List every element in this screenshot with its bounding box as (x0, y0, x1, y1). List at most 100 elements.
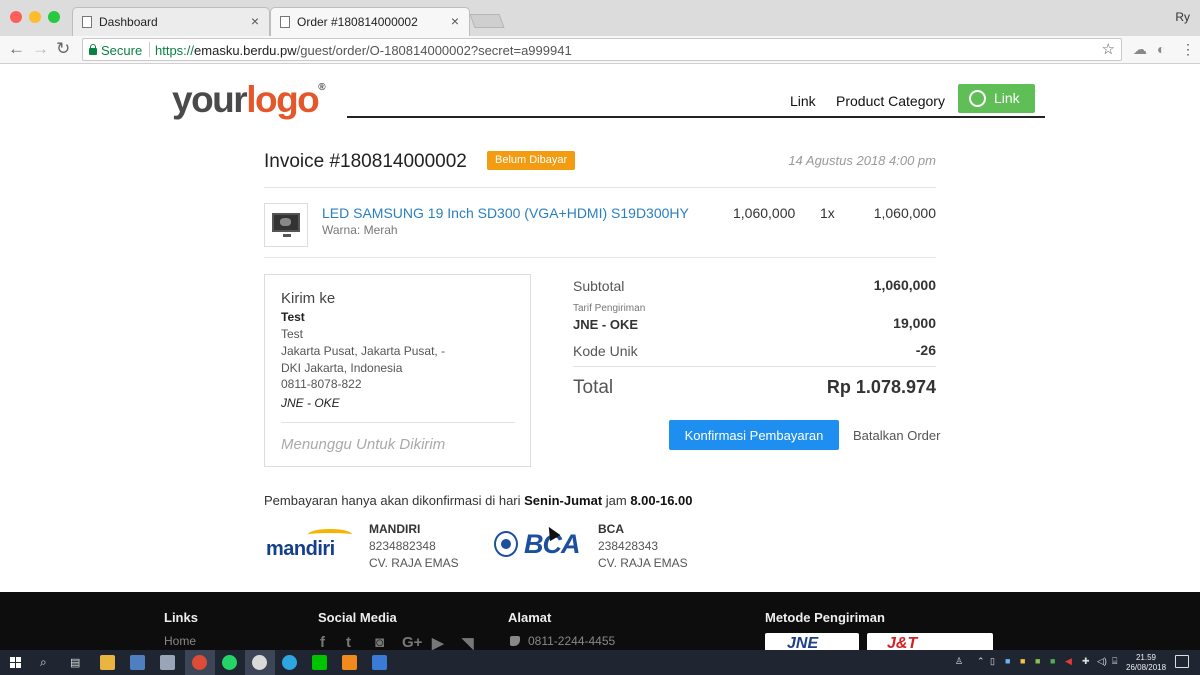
youtube-icon[interactable]: ▶ (432, 634, 444, 650)
telegram-icon[interactable] (282, 655, 297, 670)
product-name-link[interactable]: LED SAMSUNG 19 Inch SD300 (VGA+HDMI) S19… (322, 205, 689, 221)
menu-icon[interactable]: ⋮ (1181, 41, 1195, 58)
close-tab-icon[interactable]: × (451, 13, 459, 29)
file-explorer-icon[interactable] (100, 655, 115, 670)
instagram-icon[interactable]: ◙ (375, 634, 384, 650)
notification-icon[interactable] (1175, 655, 1189, 668)
google-plus-icon[interactable]: G+ (402, 634, 422, 650)
address-line: DKI Jakarta, Indonesia (281, 361, 403, 375)
subtotal-label: Subtotal (573, 278, 625, 294)
twitter-icon[interactable]: t (346, 634, 351, 650)
phone-number: 0811-8078-822 (281, 377, 362, 391)
nav-product-category[interactable]: Product Category (836, 93, 945, 109)
whatsapp-icon (969, 90, 986, 107)
tray-icon[interactable]: ◀ (1065, 656, 1072, 667)
line-icon[interactable] (312, 655, 327, 670)
divider (264, 257, 936, 258)
tray-icon[interactable]: ▯ (990, 656, 995, 667)
nav-underline (347, 116, 1045, 118)
footer-phone: 0811-2244-4455 (510, 634, 615, 648)
product-price: 1,060,000 (733, 205, 796, 221)
divider (573, 366, 936, 367)
vlc-icon[interactable] (342, 655, 357, 670)
address-line: Jakarta Pusat, Jakarta Pusat, - (281, 344, 446, 358)
tray-icon[interactable]: ■ (1035, 656, 1040, 666)
site-logo[interactable]: yourlogo® (172, 79, 326, 121)
phone-icon (510, 636, 520, 646)
jnt-logo: J&T (867, 633, 993, 650)
footer-link-home[interactable]: Home (164, 634, 196, 648)
tray-icon[interactable]: ■ (1020, 656, 1025, 666)
payment-hours: 8.00-16.00 (630, 493, 693, 508)
profile-name[interactable]: Ry (1175, 10, 1190, 24)
chrome-icon[interactable] (192, 655, 207, 670)
extension-icon[interactable]: ◐ (1157, 41, 1165, 57)
windows-taskbar: ⌕ ▤ ♙ ⌃ ▯ ■ ■ ■ ■ ◀ ✚ ◁) ⌸ 21.59 26/08/2… (0, 650, 1200, 675)
page-icon (280, 16, 290, 28)
app-icon[interactable] (252, 655, 267, 670)
reload-icon[interactable]: ↻ (56, 39, 70, 59)
minimize-window-button[interactable] (29, 11, 41, 23)
product-line-total: 1,060,000 (873, 205, 936, 221)
confirm-payment-button[interactable]: Konfirmasi Pembayaran (669, 420, 839, 450)
close-tab-icon[interactable]: × (251, 13, 259, 29)
rss-icon[interactable]: ◥ (462, 634, 474, 650)
tab-title: Order #180814000002 (297, 15, 418, 29)
windows-start-icon[interactable] (10, 657, 21, 668)
bookmark-star-icon[interactable]: ☆ (1102, 40, 1115, 58)
network-icon[interactable]: ⌸ (1112, 656, 1117, 667)
clock-date: 26/08/2018 (1126, 663, 1167, 672)
invoice-title: Invoice #180814000002 (264, 151, 467, 172)
nav-link[interactable]: Link (790, 93, 816, 109)
secure-indicator[interactable]: Secure (89, 43, 142, 58)
page-content: yourlogo® Link Product Category Link Inv… (0, 65, 1200, 592)
cancel-order-link[interactable]: Batalkan Order (853, 428, 940, 443)
jne-logo: JNE (765, 633, 859, 650)
bank-name: MANDIRI (369, 522, 421, 536)
invoice-date: 14 Agustus 2018 4:00 pm (788, 153, 936, 168)
shipping-title: Kirim ke (281, 290, 336, 307)
new-tab-button[interactable] (469, 14, 505, 28)
subtotal-value: 1,060,000 (873, 277, 936, 293)
divider (149, 42, 150, 57)
product-quantity: 1x (820, 205, 835, 221)
people-icon[interactable]: ♙ (955, 656, 963, 667)
secure-label: Secure (101, 43, 143, 58)
url-text[interactable]: https://emasku.berdu.pw/guest/order/O-18… (155, 43, 572, 58)
whatsapp-app-icon[interactable] (222, 655, 237, 670)
bca-emblem-icon (494, 531, 518, 557)
shipping-status: Menunggu Untuk Dikirim (281, 436, 446, 453)
tab-order[interactable]: Order #180814000002 × (270, 7, 470, 36)
virtualbox-icon[interactable] (130, 655, 145, 670)
shipping-cost-value: 19,000 (893, 315, 936, 331)
total-label: Total (573, 377, 614, 398)
maximize-window-button[interactable] (48, 11, 60, 23)
product-thumbnail[interactable] (264, 203, 308, 247)
status-badge: Belum Dibayar (487, 151, 576, 170)
jne-logo-text: JNE (787, 635, 819, 650)
task-view-icon[interactable]: ▤ (70, 656, 80, 669)
footer-links-heading: Links (164, 610, 198, 625)
back-arrow-icon[interactable]: ← (8, 39, 25, 59)
whatsapp-link-button[interactable]: Link (958, 84, 1035, 113)
app-icon[interactable] (372, 655, 387, 670)
cloud-extension-icon[interactable]: ☁ (1133, 41, 1147, 58)
bank-account: 238428343 (598, 539, 659, 553)
close-window-button[interactable] (10, 11, 22, 23)
address-line: Test (281, 327, 304, 341)
tray-icon[interactable]: ✚ (1082, 656, 1090, 667)
forward-arrow-icon[interactable]: → (32, 39, 49, 59)
app-icon[interactable] (160, 655, 175, 670)
facebook-icon[interactable]: f (320, 634, 325, 650)
tab-dashboard[interactable]: Dashboard × (72, 7, 270, 36)
tray-icon[interactable]: ■ (1050, 656, 1055, 666)
clock-time: 21.59 (1135, 653, 1157, 662)
mandiri-logo-text: mandiri (266, 538, 335, 560)
volume-icon[interactable]: ◁) (1097, 656, 1107, 667)
chevron-up-icon[interactable]: ⌃ (977, 656, 985, 667)
address-bar[interactable]: Secure https://emasku.berdu.pw/guest/ord… (82, 38, 1122, 61)
tray-icon[interactable]: ■ (1005, 656, 1010, 666)
shipping-rate-label: Tarif Pengiriman (573, 303, 646, 314)
search-icon[interactable]: ⌕ (40, 655, 47, 670)
taskbar-clock[interactable]: 21.59 26/08/2018 (1126, 653, 1166, 673)
